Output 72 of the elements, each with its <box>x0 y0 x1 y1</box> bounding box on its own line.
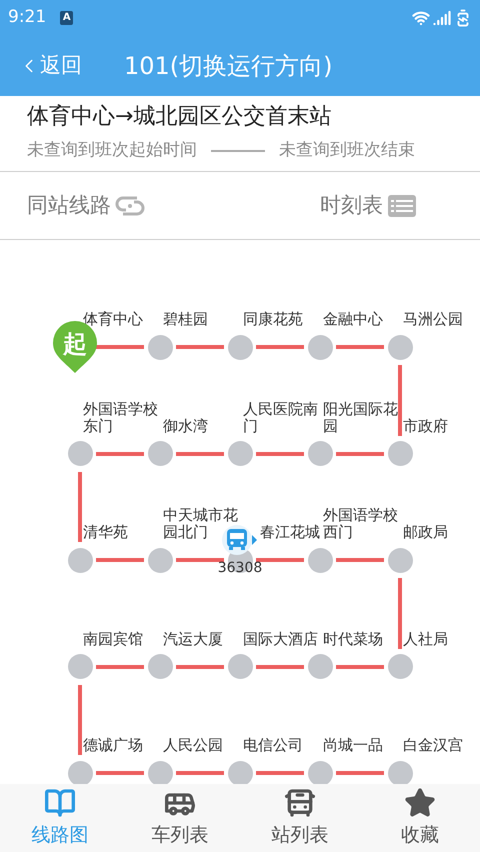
same-stop-lines-button[interactable]: 同站线路 <box>27 190 145 222</box>
bus-marker-icon[interactable] <box>222 525 258 555</box>
route-segment <box>176 452 224 456</box>
list-icon <box>387 194 417 218</box>
station-name: 阳光国际花园 <box>323 400 399 434</box>
route-segment <box>96 345 144 349</box>
station-name: 南园宾馆 <box>83 630 144 648</box>
route-segment <box>96 558 144 562</box>
back-button[interactable]: 返回 <box>18 50 82 82</box>
route-segment <box>176 664 224 668</box>
station-name: 金融中心 <box>323 311 384 328</box>
route-segment <box>336 558 384 562</box>
route-segment <box>336 664 384 668</box>
route-segment <box>398 578 402 648</box>
station-name: 马洲公园 <box>403 311 464 328</box>
status-time: 9:21 <box>8 6 46 30</box>
route-segment <box>256 771 304 775</box>
nav-tab[interactable]: 站列表 <box>240 784 360 852</box>
station-name: 体育中心 <box>83 311 144 328</box>
notification-badge: A <box>60 11 74 25</box>
station-name: 尚城一品 <box>323 737 384 754</box>
link-icon <box>115 194 145 218</box>
route-name: 体育中心→城北园区公交首末站 <box>27 103 332 131</box>
station-name: 电信公司 <box>243 737 304 754</box>
station-name: 御水湾 <box>163 418 209 434</box>
route-segment <box>176 558 224 562</box>
station-name: 外国语学校东门 <box>83 400 159 434</box>
station-name: 汽运大厦 <box>163 630 224 648</box>
station-name: 市政府 <box>403 418 449 434</box>
route-segment <box>78 472 82 542</box>
route-segment <box>96 452 144 456</box>
route-segment <box>336 452 384 456</box>
timetable-button[interactable]: 时刻表 <box>320 190 417 222</box>
route-segment <box>336 345 384 349</box>
station-name: 碧桂园 <box>163 311 209 328</box>
station-name: 人社局 <box>403 630 449 648</box>
route-segment <box>78 684 82 755</box>
wifi-icon <box>412 9 430 27</box>
station-name: 德诚广场 <box>83 737 144 754</box>
station-name: 人民医院南门 <box>243 400 319 434</box>
route-segment <box>96 771 144 775</box>
route-segment <box>176 345 224 349</box>
station-name: 邮政局 <box>403 524 449 541</box>
page-title[interactable]: 101(切换运行方向) <box>124 48 333 84</box>
route-segment <box>256 452 304 456</box>
station-name: 清华苑 <box>83 524 129 541</box>
station-name: 白金汉宫 <box>403 737 464 754</box>
star-icon <box>404 786 436 819</box>
first-bus-time: 未查询到班次起始时间 <box>27 139 197 162</box>
map-icon <box>44 786 76 819</box>
route-segment <box>256 558 304 562</box>
station-name: 同康花苑 <box>243 311 304 328</box>
route-segment <box>336 771 384 775</box>
route-segment <box>256 664 304 668</box>
station-name: 中天城市花园北门 <box>163 507 239 541</box>
route-segment <box>176 771 224 775</box>
bus-front-icon <box>284 786 316 819</box>
route-segment <box>398 365 402 436</box>
bus-plate: 36308 <box>216 561 264 575</box>
station-name: 时代菜场 <box>323 630 384 648</box>
nav-tab[interactable]: 收藏 <box>360 784 480 852</box>
start-label: 起 <box>63 332 87 356</box>
nav-tab[interactable]: 车列表 <box>120 784 240 852</box>
station-name: 人民公园 <box>163 737 224 754</box>
station-name: 外国语学校西门 <box>323 507 399 541</box>
route-segment <box>96 664 144 668</box>
last-bus-time: 未查询到班次结束 <box>279 139 415 162</box>
signal-icon <box>433 9 451 27</box>
nav-tab[interactable]: 线路图 <box>0 784 120 852</box>
station-name: 国际大酒店 <box>243 630 319 648</box>
route-segment <box>256 345 304 349</box>
station-name: 春江花城 <box>260 524 321 541</box>
